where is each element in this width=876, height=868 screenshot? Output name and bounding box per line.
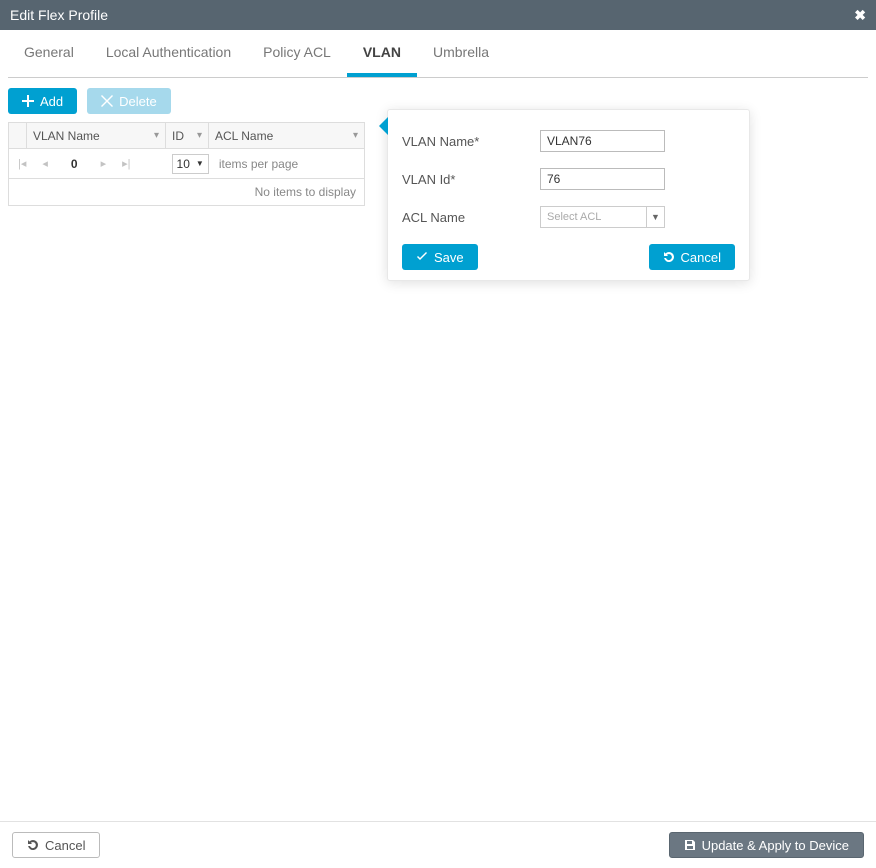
x-icon: [101, 95, 113, 107]
chevron-down-icon[interactable]: ▾: [197, 130, 202, 141]
table-pager: |◂ ◂ 0 ▸ ▸| 10 ▼ items per page: [9, 149, 364, 179]
tab-general[interactable]: General: [8, 30, 90, 77]
undo-icon: [27, 839, 39, 851]
chevron-down-icon[interactable]: ▾: [154, 130, 159, 141]
next-page-icon[interactable]: ▸: [98, 157, 110, 170]
prev-page-icon[interactable]: ◂: [39, 157, 51, 170]
caret-down-icon: ▼: [196, 159, 204, 168]
first-page-icon[interactable]: |◂: [15, 157, 29, 170]
dialog-title: Edit Flex Profile: [10, 7, 108, 23]
tab-vlan[interactable]: VLAN: [347, 30, 417, 77]
current-page: 0: [61, 157, 88, 171]
apply-button-label: Update & Apply to Device: [702, 838, 849, 853]
tab-local-auth[interactable]: Local Authentication: [90, 30, 247, 77]
save-button-label: Save: [434, 250, 464, 265]
check-icon: [416, 251, 428, 263]
acl-select[interactable]: Select ACL ▼: [540, 206, 665, 228]
tab-umbrella[interactable]: Umbrella: [417, 30, 505, 77]
last-page-icon[interactable]: ▸|: [119, 157, 133, 170]
no-items-message: No items to display: [9, 179, 364, 205]
form-row-vlan-name: VLAN Name*: [402, 130, 735, 152]
page-size-value: 10: [177, 157, 190, 171]
table-header: VLAN Name ▾ ID ▾ ACL Name ▾: [9, 123, 364, 149]
col-id-label: ID: [172, 129, 184, 143]
items-per-page-label: items per page: [219, 157, 298, 171]
page-size-select[interactable]: 10 ▼: [172, 154, 209, 174]
apply-button[interactable]: Update & Apply to Device: [669, 832, 864, 858]
popover-cancel-label: Cancel: [681, 250, 721, 265]
dialog-footer: Cancel Update & Apply to Device: [0, 821, 876, 868]
chevron-down-icon[interactable]: ▾: [353, 130, 358, 141]
undo-icon: [663, 251, 675, 263]
close-icon[interactable]: ✖: [854, 7, 866, 24]
vlan-id-input[interactable]: [540, 168, 665, 190]
acl-name-label: ACL Name: [402, 210, 540, 225]
delete-button-label: Delete: [119, 94, 157, 109]
plus-icon: [22, 95, 34, 107]
delete-button: Delete: [87, 88, 171, 114]
form-row-vlan-id: VLAN Id*: [402, 168, 735, 190]
vlan-popover: VLAN Name* VLAN Id* ACL Name Select ACL …: [387, 109, 750, 281]
acl-select-placeholder: Select ACL: [541, 211, 646, 223]
col-acl-name-label: ACL Name: [215, 129, 273, 143]
save-button[interactable]: Save: [402, 244, 478, 270]
vlan-table: VLAN Name ▾ ID ▾ ACL Name ▾ |◂ ◂ 0 ▸ ▸| …: [8, 122, 365, 206]
vlan-name-label: VLAN Name*: [402, 134, 540, 149]
dialog-header: Edit Flex Profile ✖: [0, 0, 876, 30]
vlan-name-input[interactable]: [540, 130, 665, 152]
form-row-acl-name: ACL Name Select ACL ▼: [402, 206, 735, 228]
col-acl-name[interactable]: ACL Name ▾: [209, 123, 364, 148]
cancel-button-label: Cancel: [45, 838, 85, 853]
popover-cancel-button[interactable]: Cancel: [649, 244, 735, 270]
add-button[interactable]: Add: [8, 88, 77, 114]
tab-bar: General Local Authentication Policy ACL …: [8, 30, 868, 78]
checkbox-column[interactable]: [9, 123, 27, 148]
caret-down-icon: ▼: [646, 207, 664, 227]
add-button-label: Add: [40, 94, 63, 109]
popover-arrow-icon: [379, 117, 388, 135]
cancel-button[interactable]: Cancel: [12, 832, 100, 858]
popover-actions: Save Cancel: [402, 244, 735, 270]
col-vlan-name-label: VLAN Name: [33, 129, 100, 143]
col-vlan-name[interactable]: VLAN Name ▾: [27, 123, 166, 148]
vlan-id-label: VLAN Id*: [402, 172, 540, 187]
col-id[interactable]: ID ▾: [166, 123, 209, 148]
save-icon: [684, 839, 696, 851]
tab-policy-acl[interactable]: Policy ACL: [247, 30, 347, 77]
